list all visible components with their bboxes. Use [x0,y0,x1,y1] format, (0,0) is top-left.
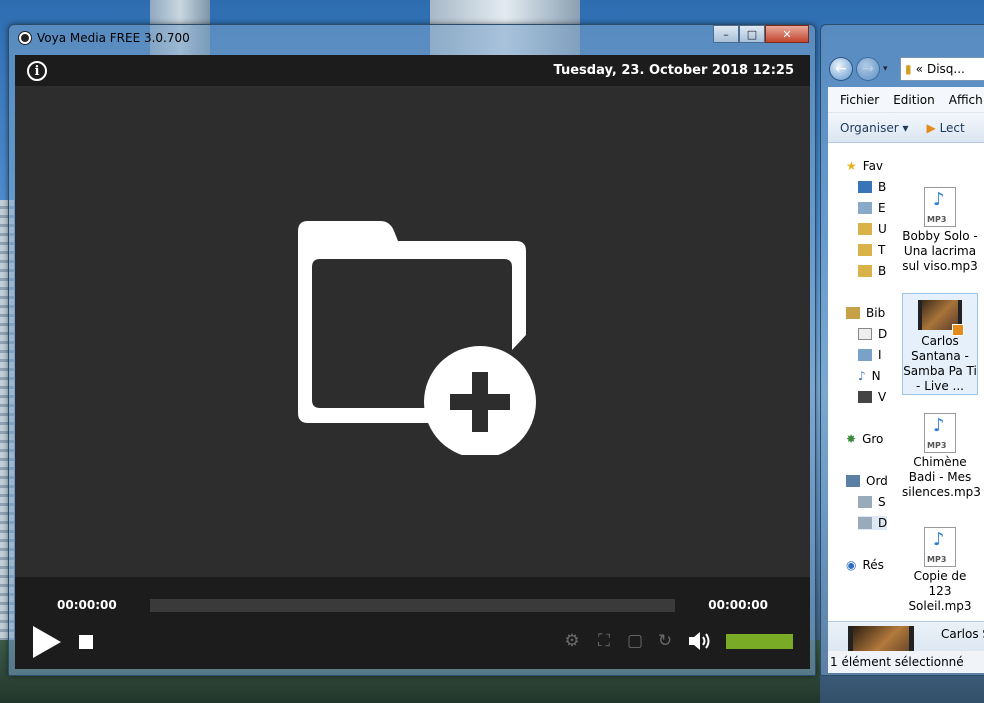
menu-view[interactable]: Affich [949,93,983,107]
file-item[interactable]: ♪ MP3 Copie de 123 Soleil.mp3 [902,523,978,614]
total-time: 00:00:00 [708,598,768,612]
menu-bar: Fichier Edition Affich [828,87,984,113]
play-button[interactable]: ▶ Lect [927,121,965,135]
voya-media-window: Voya Media FREE 3.0.700 – □ ✕ i Tuesday,… [8,24,816,676]
tree-libraries[interactable]: Bib [846,306,885,320]
menu-file[interactable]: Fichier [840,93,879,107]
network-icon: ◉ [846,558,857,572]
add-folder-icon[interactable] [290,205,540,455]
status-bar: 1 élément sélectionné [828,651,984,673]
app-icon [19,32,31,44]
tree-item[interactable]: ♪ N [858,369,881,383]
drive-icon [858,517,872,529]
player-top-bar: i Tuesday, 23. October 2018 12:25 [15,55,810,86]
explorer-body: Fichier Edition Affich Organiser ▾ ▶ Lec… [828,87,984,672]
tree-network[interactable]: ◉ Rés [846,558,884,572]
folder-icon [858,244,872,256]
folder-icon: ▮ [905,62,912,76]
back-icon[interactable]: ← [829,57,853,81]
mp3-file-icon: ♪ MP3 [924,187,956,227]
seek-bar[interactable] [150,599,675,612]
explorer-window: ← → ▾ ▮ « Disq... Fichier Edition Affich… [820,24,984,676]
navigation-buttons: ← → ▾ [829,57,888,81]
close-button[interactable]: ✕ [765,25,809,43]
address-text: Disq... [926,62,965,76]
tree-item[interactable]: B [858,180,886,194]
play-icon[interactable] [33,626,61,658]
mp3-file-icon: ♪ MP3 [924,527,956,567]
pictures-icon [858,349,872,361]
tree-item[interactable]: V [858,390,886,404]
library-icon [846,307,860,319]
details-file-name: Carlos S [941,627,984,641]
tree-favorites[interactable]: ★ Fav [846,159,883,173]
star-icon: ★ [846,159,857,173]
menu-edit[interactable]: Edition [893,93,935,107]
datetime-display: Tuesday, 23. October 2018 12:25 [553,63,794,78]
tree-item[interactable]: I [858,348,882,362]
file-name: Carlos Santana - Samba Pa Ti - Live ... [903,334,977,393]
maximize-button[interactable]: □ [739,25,765,43]
history-dropdown-icon[interactable]: ▾ [883,64,888,74]
tree-item[interactable]: T [858,243,885,257]
elapsed-time: 00:00:00 [57,598,117,612]
tree-computer[interactable]: Ord [846,474,888,488]
fullscreen-icon[interactable]: ⛶ [595,632,613,650]
file-item[interactable]: ♪ MP3 Chimène Badi - Mes silences.mp3 [902,409,981,500]
resize-icon[interactable]: ▢ [626,632,644,650]
tree-item[interactable]: B [858,264,886,278]
player-area: i Tuesday, 23. October 2018 12:25 00:00:… [15,55,810,669]
file-name: Copie de 123 Soleil.mp3 [908,569,972,613]
folder-icon [858,265,872,277]
volume-icon[interactable] [687,630,711,652]
desktop-icon [858,181,872,193]
info-icon[interactable]: i [27,61,47,81]
repeat-icon[interactable]: ↻ [656,632,674,650]
mp3-file-icon: ♪ MP3 [924,413,956,453]
videos-icon [858,391,872,403]
tree-item[interactable]: D [858,327,887,341]
volume-slider[interactable] [726,634,793,649]
folder-icon [858,223,872,235]
tree-homegroup[interactable]: ✸ Gro [846,432,883,446]
downloads-icon [858,202,872,214]
control-bar: 00:00:00 00:00:00 ⚙ ⛶ ▢ ↻ [15,577,810,669]
window-controls: – □ ✕ [713,25,809,43]
play-icon: ▶ [926,120,936,135]
drive-icon [858,496,872,508]
homegroup-icon: ✸ [846,432,857,446]
address-bar[interactable]: ▮ « Disq... [900,57,984,81]
settings-icon[interactable]: ⚙ [563,632,581,650]
minimize-button[interactable]: – [713,25,739,43]
tree-item[interactable]: E [858,201,886,215]
file-item-selected[interactable]: Carlos Santana - Samba Pa Ti - Live ... [902,293,978,395]
music-icon: ♪ [858,369,866,383]
volume-level [726,634,793,649]
navigation-pane: ★ Fav B E U T B Bib D I ♪ N V ✸ Gro Ord S D… [828,143,888,572]
tree-item[interactable]: D [858,516,888,530]
window-title: Voya Media FREE 3.0.700 [19,31,190,45]
forward-icon[interactable]: → [856,57,880,81]
computer-icon [846,475,860,487]
file-name: Bobby Solo - Una lacrima sul viso.mp3 [902,229,978,273]
tree-item[interactable]: S [858,495,886,509]
stop-icon[interactable] [79,635,93,649]
address-prefix: « [915,62,923,76]
window-title-text: Voya Media FREE 3.0.700 [37,31,190,45]
command-bar: Organiser ▾ ▶ Lect [828,113,984,143]
file-item[interactable]: ♪ MP3 Bobby Solo - Una lacrima sul viso.m… [902,183,978,274]
organize-button[interactable]: Organiser ▾ [840,121,909,135]
video-file-icon [918,300,964,336]
tree-item[interactable]: U [858,222,887,236]
file-name: Chimène Badi - Mes silences.mp3 [902,455,981,499]
documents-icon [858,328,872,340]
